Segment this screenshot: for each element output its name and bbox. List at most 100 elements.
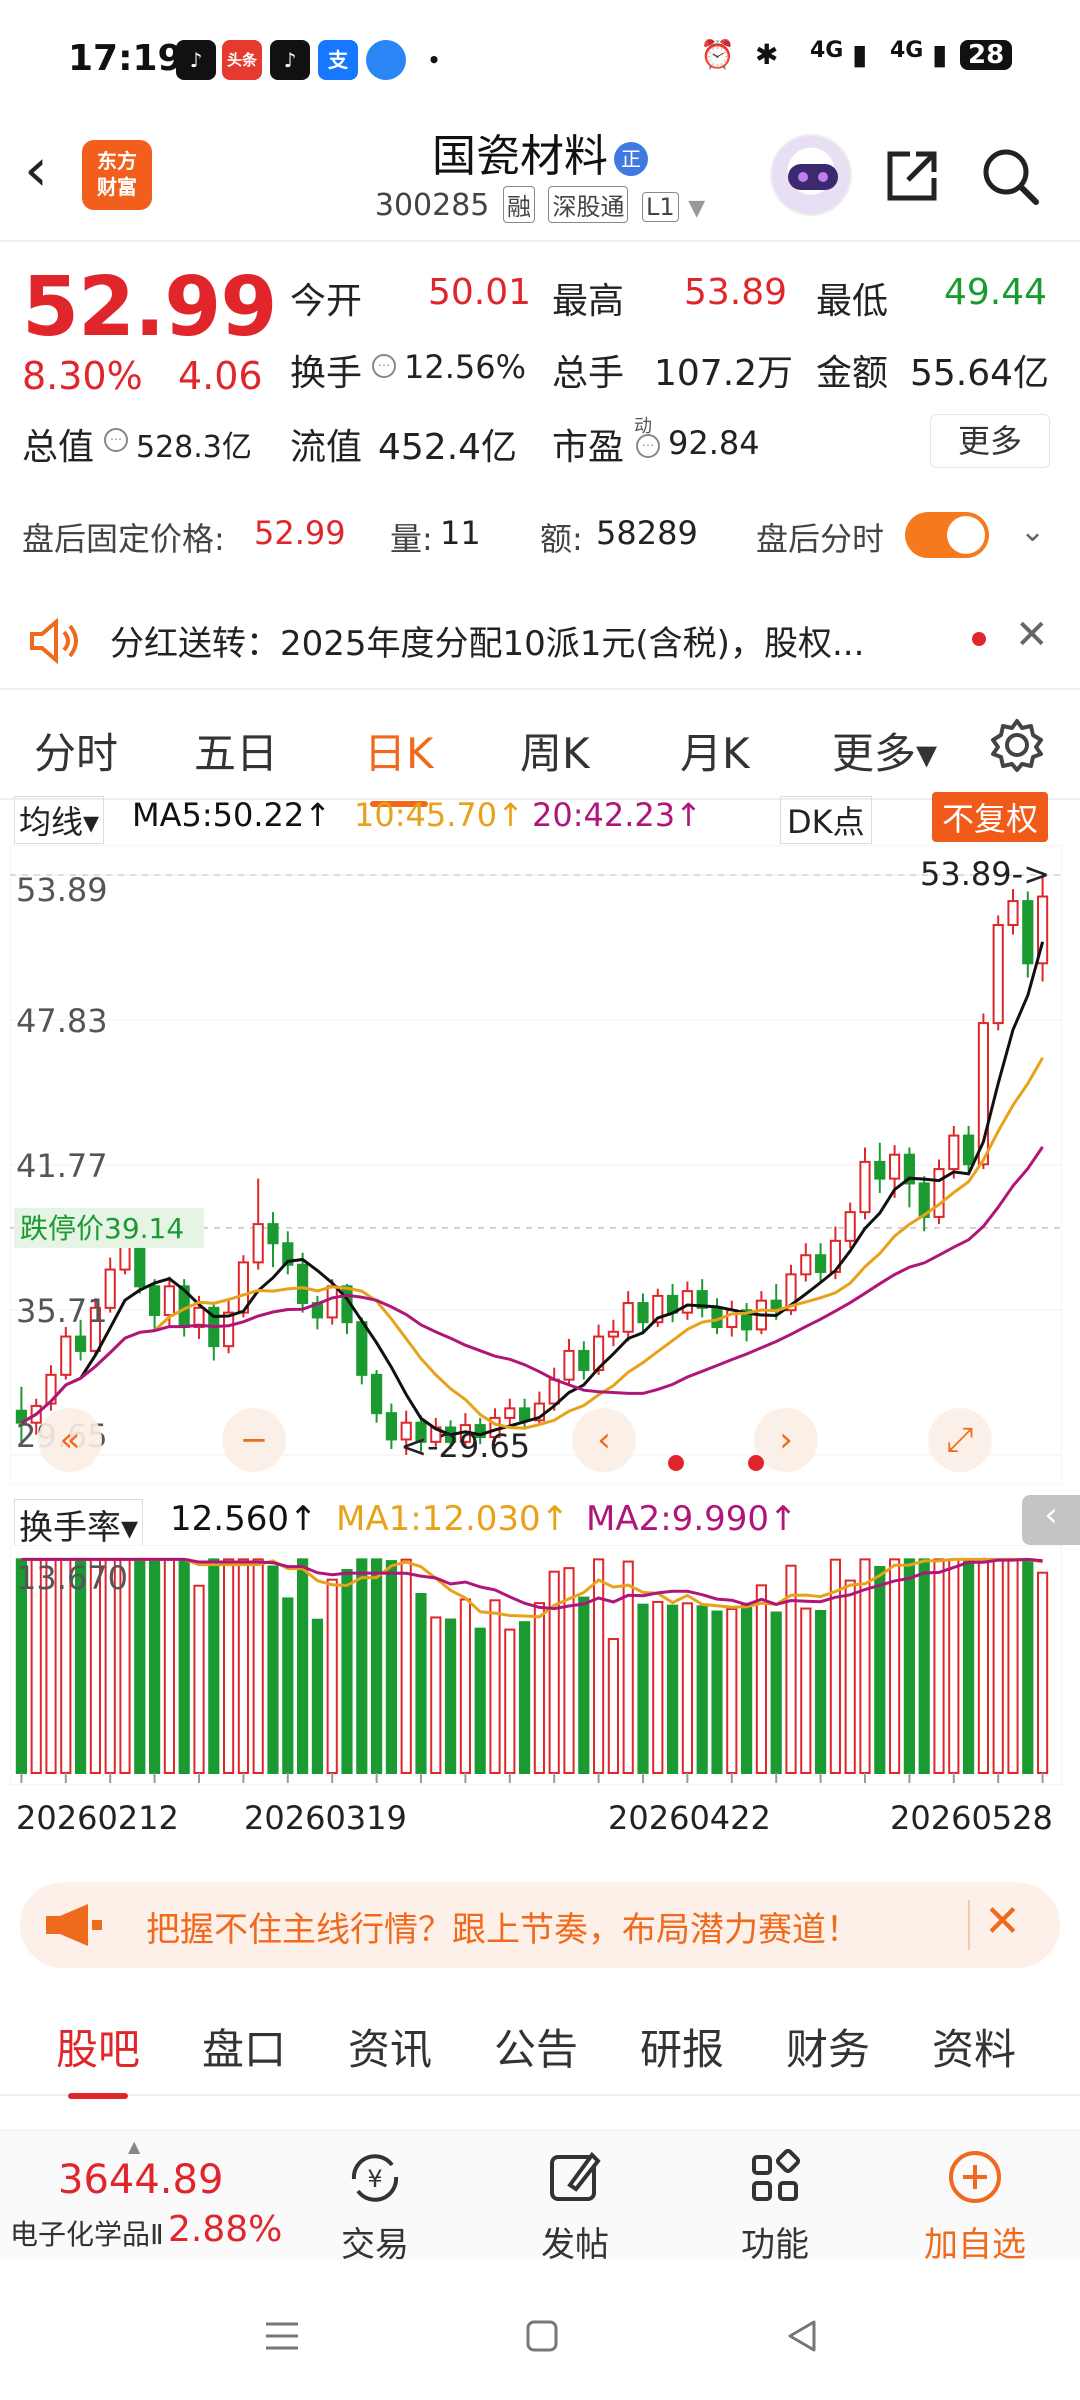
tab-announcements[interactable]: 公告: [494, 2016, 578, 2077]
scroll-left-icon[interactable]: ‹: [597, 1420, 611, 1460]
tab-news[interactable]: 资讯: [348, 2016, 432, 2077]
turnover-bar: [1022, 1558, 1034, 1774]
turnover-ma1: MA1:12.030↑: [336, 1499, 570, 1539]
tab-monthly-k[interactable]: 月K: [680, 720, 750, 781]
banner-text: 把握不住主线行情？跟上节奏，布局潜力赛道！: [146, 1910, 860, 1950]
candle: [859, 1160, 871, 1214]
tab-forum[interactable]: 股吧: [56, 2016, 140, 2099]
system-nav-bar: [0, 2280, 1080, 2400]
turnover-bar: [474, 1627, 486, 1774]
trade-label: 交易: [341, 2225, 409, 2265]
sector-index-value[interactable]: 3644.89: [58, 2157, 223, 2203]
status-time: 17:19: [68, 38, 183, 79]
search-icon[interactable]: [978, 144, 1042, 208]
tab-finance[interactable]: 财务: [786, 2016, 870, 2077]
tab-orderbook[interactable]: 盘口: [202, 2016, 286, 2077]
mktcap-label: 总值: [22, 427, 95, 468]
tab-weekly-k[interactable]: 周K: [520, 720, 590, 781]
candle: [844, 1211, 856, 1242]
candle: [519, 1407, 531, 1422]
y-tick-label: 41.77: [16, 1147, 108, 1185]
post-button[interactable]: 发帖: [510, 2143, 640, 2266]
volume-value: 107.2万: [654, 353, 794, 394]
open-value: 50.01: [428, 272, 532, 313]
event-dot: [748, 1455, 764, 1471]
turnover-indicator-value: 12.560↑: [170, 1499, 318, 1539]
after-hours-toggle[interactable]: [905, 512, 989, 558]
turnover-bar: [696, 1605, 708, 1775]
banner-close-icon[interactable]: ✕: [984, 1896, 1021, 1947]
zoom-out-icon[interactable]: −: [240, 1420, 269, 1460]
share-icon[interactable]: [880, 144, 944, 208]
add-watchlist-button[interactable]: 加自选: [910, 2143, 1040, 2266]
tab-research[interactable]: 研报: [640, 2016, 724, 2077]
banner-divider: [968, 1900, 970, 1950]
turnover-bar: [963, 1558, 975, 1774]
info-icon-3[interactable]: ⋯: [636, 434, 660, 458]
content-tabs: 股吧 盘口 资讯 公告 研报 财务 资料: [0, 1996, 1080, 2099]
chevron-down-icon[interactable]: ⌄: [1020, 514, 1045, 549]
max-annotation: 53.89->: [920, 855, 1050, 893]
turnover-bar: [223, 1558, 235, 1774]
candlestick-chart[interactable]: 53.8947.8341.7735.7129.65跌停价39.1453.89->…: [10, 845, 1062, 1485]
ai-assistant-icon[interactable]: [770, 134, 852, 216]
stock-header: ‹ 东方 财富 国瓷材料正 300285 融 深股通 L1 ▼: [0, 120, 1080, 240]
after-hours-price: 52.99: [254, 514, 346, 552]
turnover-bar: [415, 1592, 427, 1774]
change-percent: 8.30%: [22, 354, 143, 398]
stock-code: 300285: [374, 188, 490, 223]
indicator-select[interactable]: 换手率▾: [14, 1499, 144, 1550]
candle: [326, 1285, 338, 1319]
home-square-icon[interactable]: [522, 2316, 562, 2356]
speaker-icon: [30, 617, 78, 665]
scroll-right-icon[interactable]: ›: [779, 1420, 793, 1460]
candle: [578, 1349, 590, 1372]
turnover-bar: [297, 1558, 309, 1774]
tab-five-day[interactable]: 五日: [194, 720, 278, 781]
promo-banner[interactable]: 把握不住主线行情？跟上节奏，布局潜力赛道！ ✕: [20, 1882, 1060, 1968]
dividend-notice[interactable]: 分红送转：2025年度分配10派1元(含税)，股权... ✕: [0, 590, 1080, 690]
tag-margin: 融: [502, 186, 535, 223]
dk-point-button[interactable]: DK点: [780, 796, 872, 844]
candle: [548, 1378, 560, 1405]
turnover-bar: [356, 1558, 368, 1774]
gear-icon[interactable]: [988, 716, 1046, 774]
no-adjust-button[interactable]: 不复权: [932, 792, 1049, 842]
turnover-bar: [548, 1570, 560, 1774]
collapse-panel-icon[interactable]: ‹: [1022, 1495, 1080, 1545]
turnover-bar: [504, 1628, 516, 1774]
volume-label: 总手: [552, 353, 625, 394]
turnover-chart[interactable]: 13.670: [10, 1545, 1062, 1785]
turnover-y-tick: 13.670: [16, 1559, 128, 1597]
ma-select[interactable]: 均线▾: [14, 796, 105, 844]
turnover-bar: [459, 1598, 471, 1774]
fullscreen-icon[interactable]: ⤢: [946, 1420, 973, 1460]
info-icon[interactable]: ⋯: [372, 354, 396, 378]
tab-profile[interactable]: 资料: [932, 2016, 1016, 2077]
tab-timeshare[interactable]: 分时: [34, 720, 118, 781]
candle: [948, 1134, 960, 1171]
chevron-up-icon[interactable]: ▲: [128, 2137, 140, 2156]
sector-index-name[interactable]: 电子化学品Ⅱ: [10, 2213, 164, 2253]
current-price: 52.99: [22, 260, 277, 355]
after-hours-amt: 58289: [596, 514, 698, 552]
ma5-legend: MA5:50.22↑: [132, 796, 332, 834]
trade-button[interactable]: ¥ 交易: [310, 2143, 440, 2266]
candle: [815, 1254, 827, 1273]
more-button[interactable]: 更多: [930, 414, 1050, 468]
high-label: 最高: [552, 281, 625, 322]
functions-button[interactable]: 功能: [710, 2143, 840, 2266]
menu-icon[interactable]: [262, 2316, 302, 2356]
turnover-bar: [533, 1602, 545, 1774]
y-tick-label: 35.71: [16, 1292, 108, 1330]
turnover-bar: [489, 1599, 501, 1774]
back-triangle-icon[interactable]: [782, 2316, 822, 2356]
zoom-out-left-icon[interactable]: «: [60, 1420, 81, 1460]
tab-daily-k[interactable]: 日K: [364, 720, 434, 807]
turnover-bar: [977, 1558, 989, 1774]
candle: [267, 1223, 279, 1245]
tab-more[interactable]: 更多▾: [832, 720, 937, 781]
turnover-bar: [341, 1569, 353, 1775]
close-icon[interactable]: ✕: [1015, 612, 1049, 658]
info-icon-2[interactable]: ⋯: [104, 428, 128, 452]
